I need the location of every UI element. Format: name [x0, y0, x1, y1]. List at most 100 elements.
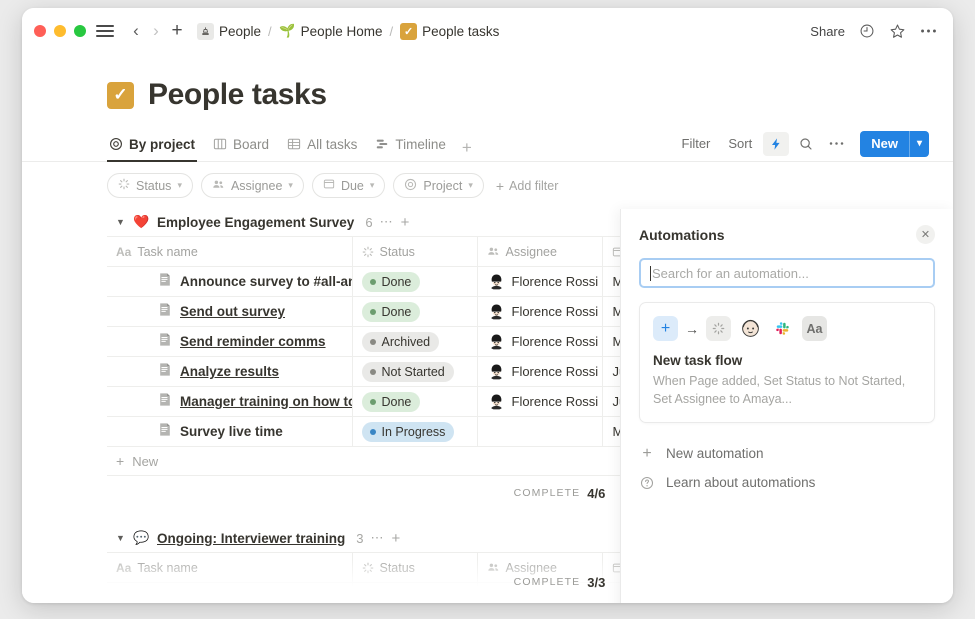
page-title: People tasks — [148, 78, 327, 111]
group-count: 3 — [356, 530, 364, 546]
filter-chip-status[interactable]: Status ▾ — [107, 173, 193, 198]
filter-chip-assignee[interactable]: Assignee ▾ — [200, 173, 304, 198]
complete-label: Complete — [513, 576, 581, 588]
chevron-down-icon[interactable]: ▼ — [116, 533, 126, 543]
group-count: 6 — [365, 214, 373, 230]
automations-actions: + New automation Learn about automations — [639, 439, 935, 497]
cell-task-name[interactable]: Analyze results — [107, 356, 353, 387]
search-icon[interactable] — [793, 132, 819, 156]
more-icon[interactable]: ⋯ — [380, 214, 394, 230]
breadcrumb-item-people-home[interactable]: 🌱 People Home — [276, 21, 386, 42]
column-header-task-name[interactable]: Aa Task name — [107, 236, 353, 267]
cell-status[interactable]: Not Started — [352, 356, 478, 387]
lightning-icon[interactable] — [763, 131, 790, 156]
cell-status[interactable]: Done — [352, 386, 478, 417]
minimize-window-button[interactable] — [54, 25, 66, 37]
cell-assignee[interactable]: Florence Rossi — [477, 296, 603, 327]
breadcrumb-item-people[interactable]: People — [194, 21, 264, 42]
more-icon[interactable] — [920, 28, 937, 34]
breadcrumb-item-people-tasks[interactable]: ✓ People tasks — [397, 21, 502, 42]
assignee[interactable]: Florence Rossi — [487, 333, 602, 350]
plus-icon: + — [653, 316, 678, 341]
assignee[interactable]: Florence Rossi — [487, 303, 602, 320]
forward-icon[interactable]: › — [146, 21, 166, 41]
people-icon — [212, 178, 225, 194]
status-dot — [369, 308, 376, 315]
cell-task-name[interactable]: Send out survey — [107, 296, 353, 327]
chevron-down-icon[interactable]: ▼ — [116, 217, 126, 227]
avatar — [487, 333, 505, 350]
cell-assignee[interactable]: Florence Rossi — [477, 266, 603, 297]
history-icon[interactable] — [859, 23, 875, 39]
status-badge[interactable]: Done — [361, 271, 421, 292]
tab-timeline[interactable]: Timeline — [373, 129, 448, 162]
sort-button[interactable]: Sort — [721, 132, 759, 155]
title-bar-actions: Share — [810, 23, 937, 40]
close-icon[interactable]: ✕ — [916, 225, 935, 244]
cell-status[interactable]: Done — [352, 266, 478, 297]
new-button-label: New — [871, 136, 898, 151]
status-badge[interactable]: In Progress — [361, 421, 455, 442]
chevron-down-icon[interactable]: ▾ — [910, 131, 929, 157]
question-icon — [639, 476, 655, 490]
add-filter-button[interactable]: + Add filter — [492, 178, 559, 194]
action-label: New automation — [666, 446, 764, 462]
column-header-status[interactable]: Status — [352, 236, 478, 267]
status-badge[interactable]: Done — [361, 391, 421, 412]
new-page-icon[interactable]: + — [166, 20, 188, 42]
page-title-row: ✓ People tasks — [22, 78, 953, 112]
column-header-assignee[interactable]: Assignee — [477, 236, 603, 267]
sidebar-toggle-icon[interactable] — [96, 22, 114, 40]
page-title-checkbox-icon: ✓ — [107, 81, 134, 109]
automation-search-placeholder: Search for an automation... — [652, 265, 809, 281]
cell-status[interactable]: In Progress — [352, 416, 478, 447]
add-row-icon[interactable]: + — [392, 530, 401, 547]
tab-label: Board — [233, 136, 270, 152]
add-view-button[interactable]: + — [462, 138, 472, 162]
more-icon[interactable] — [823, 132, 849, 156]
status-icon — [362, 246, 374, 258]
cell-task-name[interactable]: Announce survey to #all-an — [107, 266, 353, 297]
cell-status[interactable]: Archived — [352, 326, 478, 357]
page-icon — [158, 302, 172, 322]
tab-label: Timeline — [395, 136, 446, 152]
share-button[interactable]: Share — [810, 24, 845, 39]
tab-by-project[interactable]: By project — [107, 129, 198, 162]
status-badge[interactable]: Archived — [361, 331, 440, 352]
cell-assignee[interactable]: Florence Rossi — [477, 326, 603, 357]
automation-card[interactable]: + → Aa New task flow When Page added, Se… — [639, 302, 935, 424]
status-badge[interactable]: Not Started — [361, 361, 454, 382]
traffic-lights — [34, 25, 86, 37]
assignee[interactable]: Florence Rossi — [487, 273, 602, 290]
cell-assignee[interactable]: Florence Rossi — [477, 356, 603, 387]
add-row-icon[interactable]: + — [401, 214, 410, 231]
avatar — [487, 273, 505, 290]
breadcrumb-separator: / — [268, 23, 272, 39]
assignee[interactable]: Florence Rossi — [487, 363, 602, 380]
cell-assignee[interactable]: Florence Rossi — [477, 386, 603, 417]
learn-about-automations-button[interactable]: Learn about automations — [639, 468, 935, 497]
complete-value: 3/3 — [587, 574, 606, 590]
star-icon[interactable] — [889, 23, 906, 40]
maximize-window-button[interactable] — [74, 25, 86, 37]
status-dot — [369, 398, 376, 405]
complete-label: Complete — [513, 487, 581, 499]
assignee[interactable]: Florence Rossi — [487, 393, 602, 410]
cell-task-name[interactable]: Survey live time — [107, 416, 353, 447]
tab-board[interactable]: Board — [211, 129, 271, 162]
tab-all-tasks[interactable]: All tasks — [285, 129, 359, 162]
close-window-button[interactable] — [34, 25, 46, 37]
more-icon[interactable]: ⋯ — [371, 530, 385, 546]
automation-search-input[interactable]: Search for an automation... — [639, 258, 935, 288]
cell-task-name[interactable]: Manager training on how to — [107, 386, 353, 417]
status-badge[interactable]: Done — [361, 301, 421, 322]
cell-task-name[interactable]: Send reminder comms — [107, 326, 353, 357]
cell-status[interactable]: Done — [352, 296, 478, 327]
new-button[interactable]: New ▾ — [860, 130, 929, 157]
back-icon[interactable]: ‹ — [126, 21, 146, 41]
filter-button[interactable]: Filter — [675, 132, 718, 155]
filter-chip-project[interactable]: Project ▾ — [393, 173, 484, 198]
filter-chip-due[interactable]: Due ▾ — [311, 173, 386, 198]
cell-assignee[interactable] — [477, 416, 603, 447]
new-automation-button[interactable]: + New automation — [639, 439, 935, 468]
